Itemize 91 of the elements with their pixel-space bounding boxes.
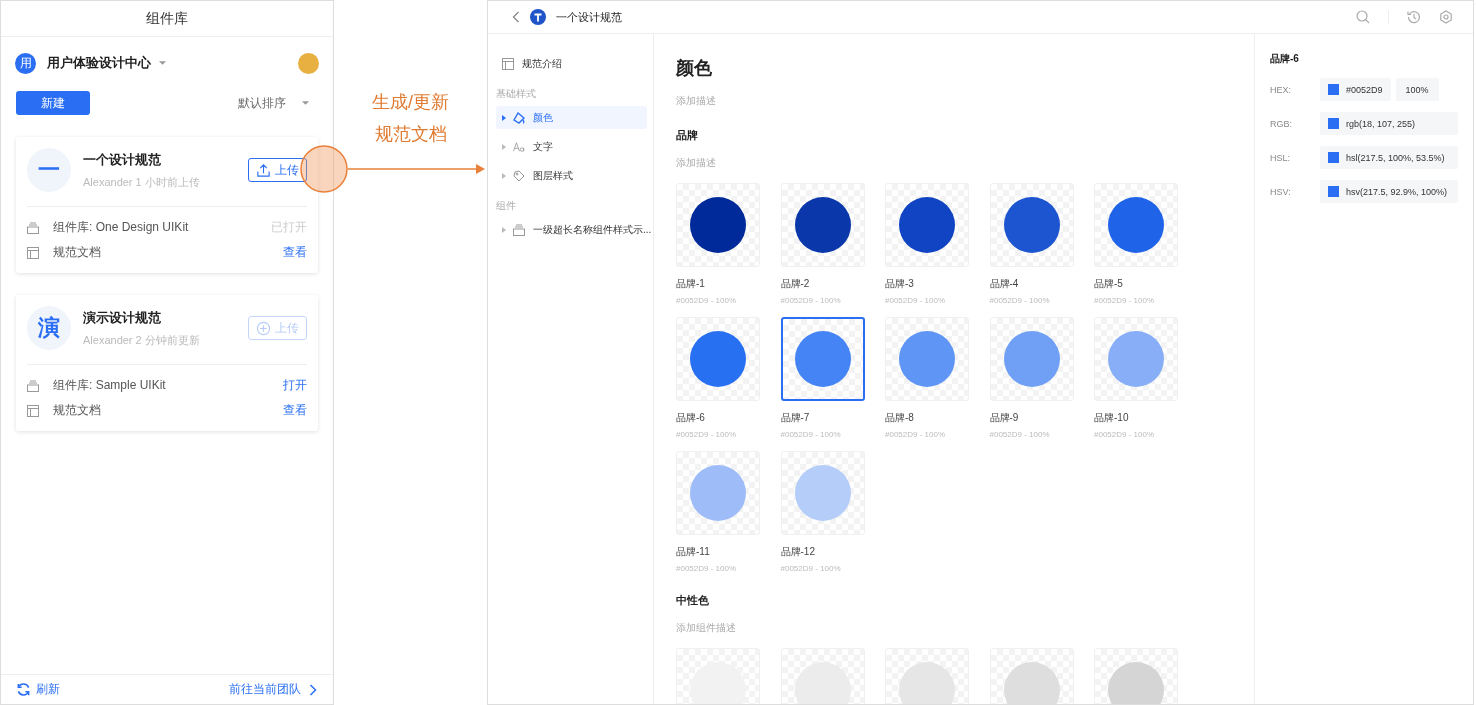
project-meta: Alexander 1 小时前上传 [83, 174, 200, 190]
avatar-icon[interactable] [298, 52, 319, 74]
swatch-name: 品牌-7 [780, 411, 811, 425]
field-label: HSL: [1270, 152, 1291, 163]
swatch-value: #0052D9 - 100% [780, 296, 842, 305]
expand-arrow-icon [502, 226, 506, 233]
new-button[interactable]: 新建 [16, 91, 90, 115]
caret-icon [302, 101, 309, 105]
swatch-value: #0052D9 - 100% [780, 430, 842, 439]
nav-item[interactable]: 规范介绍 [496, 52, 647, 75]
project-name: 演示设计规范 [83, 308, 162, 327]
project-avatar: 一 [27, 148, 71, 192]
upload-button[interactable]: 上传 [248, 158, 307, 182]
section-heading: 品牌 [676, 128, 699, 143]
plus-circle-icon [256, 320, 271, 336]
row-label: 规范文档 [53, 402, 101, 419]
nav-item[interactable]: 图层样式 [496, 164, 647, 187]
swatch-name: 品牌-12 [780, 545, 816, 559]
color-value-field[interactable]: hsl(217.5, 100%, 53.5%) [1320, 146, 1458, 169]
swatch-name: 品牌-1 [676, 277, 706, 291]
inspector-title: 品牌-6 [1270, 52, 1300, 66]
stack-icon [513, 223, 525, 236]
field-label: HSV: [1270, 186, 1292, 197]
window-title: 一个设计规范 [556, 9, 622, 25]
project-name: 一个设计规范 [83, 150, 162, 169]
color-value-field[interactable]: rgb(18, 107, 255) [1320, 112, 1458, 135]
swatch-name: 品牌-9 [989, 411, 1020, 425]
swatch-name: 品牌-3 [885, 277, 915, 291]
row-label: 组件库: Sample UIKit [53, 377, 166, 394]
page-heading: 颜色 [676, 57, 713, 80]
color-value-field[interactable]: hsv(217.5, 92.9%, 100%) [1320, 180, 1458, 203]
swatch-name: 品牌-8 [885, 411, 915, 425]
swatch-name: 品牌-2 [780, 277, 811, 291]
section-heading: 中性色 [676, 593, 710, 608]
swatch-value: #0052D9 - 100% [989, 430, 1051, 439]
row-action-link[interactable]: 查看 [283, 402, 307, 419]
chevron-right-icon [309, 683, 317, 696]
stack-icon [27, 379, 39, 392]
swatch-value: #0052D9 - 100% [780, 564, 842, 573]
field-label: RGB: [1270, 118, 1293, 129]
team-link[interactable]: 前往当前团队 [229, 681, 317, 698]
panel-title: 组件库 [1, 1, 333, 37]
caret-icon[interactable] [159, 61, 166, 65]
upload-icon [256, 162, 271, 178]
swatch-value: #0052D9 - 100% [989, 296, 1051, 305]
font-icon [513, 140, 525, 153]
nav-item[interactable]: 文字 [496, 135, 647, 158]
paint-bucket-icon [513, 111, 525, 124]
expand-arrow-icon [502, 143, 506, 150]
opacity-field[interactable]: 100% [1395, 78, 1439, 101]
stack-icon [27, 221, 39, 234]
nav-item[interactable]: 颜色 [496, 106, 647, 129]
logo-icon [530, 9, 546, 25]
swatch-name: 品牌-4 [989, 277, 1020, 291]
highlight-circle [300, 145, 348, 193]
field-label: HEX: [1270, 84, 1292, 95]
project-avatar: 演 [27, 306, 71, 350]
search-icon[interactable] [1356, 10, 1370, 24]
sort-dropdown[interactable]: 默认排序 [238, 94, 319, 112]
row-label: 规范文档 [53, 244, 101, 261]
row-action-link[interactable]: 打开 [283, 377, 307, 394]
color-square-icon [1328, 84, 1339, 95]
team-name[interactable]: 用户体验设计中心 [47, 54, 151, 72]
color-swatch[interactable] [780, 317, 865, 401]
layout-icon [502, 57, 514, 70]
color-square-icon [1328, 186, 1339, 197]
back-icon[interactable] [512, 11, 520, 23]
layout-icon [27, 404, 39, 417]
project-meta: Alexander 2 分钟前更新 [83, 332, 200, 348]
nav-section-label: 组件 [496, 199, 517, 213]
tag-icon [513, 169, 525, 182]
expand-arrow-icon [502, 114, 506, 121]
color-value-field[interactable]: #0052D9 [1320, 78, 1391, 101]
refresh-icon [16, 682, 31, 697]
color-square-icon [1328, 118, 1339, 129]
nav-section-label: 基础样式 [496, 87, 537, 101]
color-square-icon [1328, 152, 1339, 163]
swatch-name: 品牌-5 [1094, 277, 1124, 291]
team-avatar: 用 [15, 52, 36, 74]
settings-icon[interactable] [1439, 10, 1453, 24]
row-label: 组件库: One Design UIKit [53, 219, 189, 236]
swatch-name: 品牌-11 [676, 545, 711, 559]
row-action-link[interactable]: 查看 [283, 244, 307, 261]
annotation-text: 规范文档 [374, 123, 447, 146]
swatch-name: 品牌-6 [676, 411, 706, 425]
expand-arrow-icon [502, 172, 506, 179]
refresh-button[interactable]: 刷新 [16, 681, 60, 698]
swatch-name: 品牌-10 [1094, 411, 1130, 425]
history-icon[interactable] [1407, 10, 1421, 24]
annotation-text: 生成/更新 [372, 91, 449, 114]
layout-icon [27, 246, 39, 259]
